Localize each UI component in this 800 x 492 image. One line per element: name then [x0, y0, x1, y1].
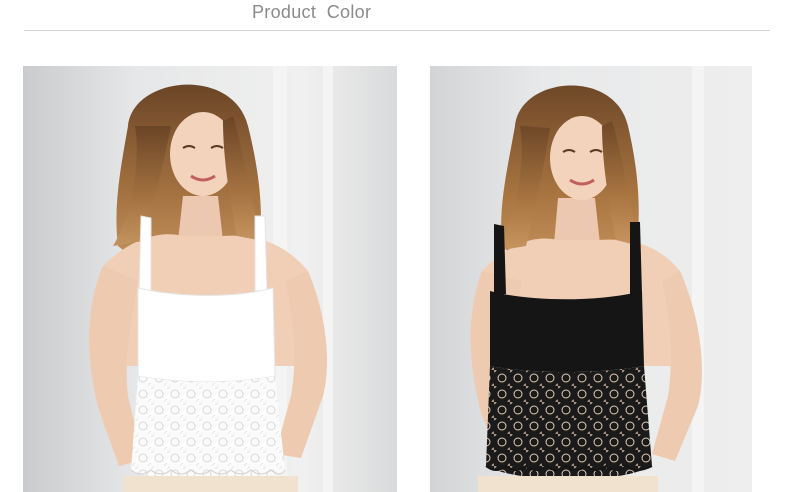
page-header: Product Color [0, 0, 800, 32]
section-title: Product Color [252, 2, 372, 22]
white-lace-camisole-photo [23, 66, 397, 492]
black-lace-camisole-photo [430, 66, 752, 492]
header-divider [24, 30, 770, 31]
